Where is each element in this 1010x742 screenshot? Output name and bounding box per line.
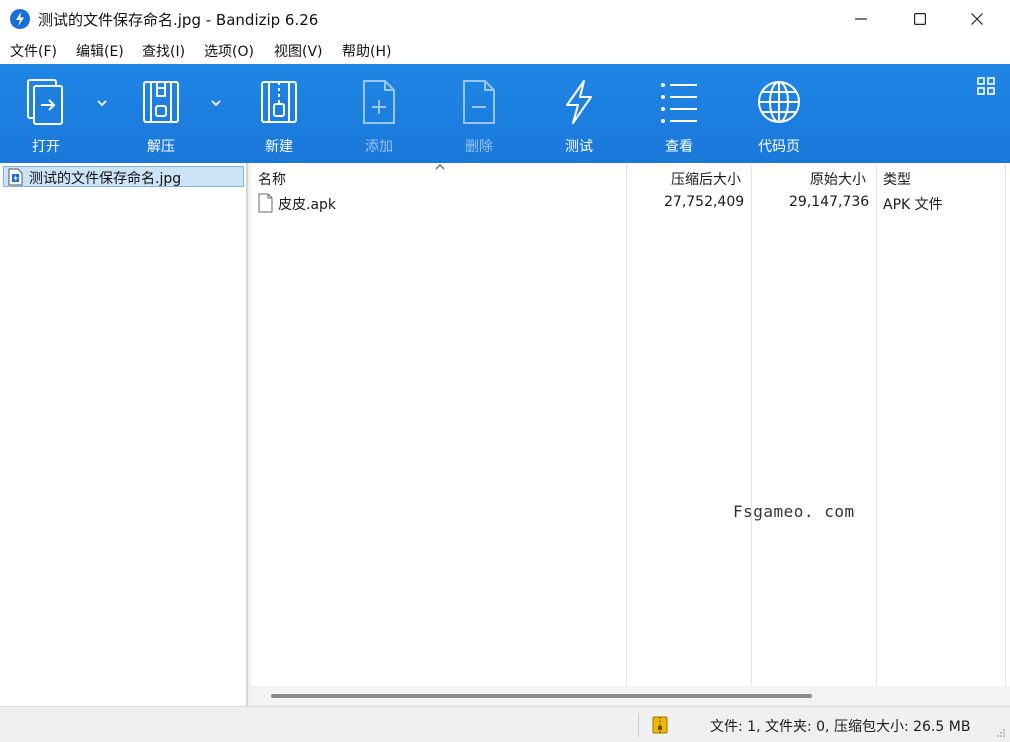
codepage-button[interactable]: 代码页	[734, 64, 824, 163]
test-label: 测试	[565, 139, 593, 155]
maximize-button[interactable]	[895, 0, 945, 38]
new-archive-icon	[234, 78, 324, 130]
open-button[interactable]: 打开	[1, 64, 91, 163]
menu-options[interactable]: 选项(O)	[204, 41, 254, 61]
minimize-button[interactable]	[836, 0, 886, 38]
list-view-icon	[634, 78, 724, 130]
view-label: 查看	[665, 139, 693, 155]
archive-status-icon	[652, 716, 668, 734]
codepage-label: 代码页	[758, 139, 800, 155]
row-name: 皮皮.apk	[278, 197, 337, 213]
menu-find[interactable]: 查找(I)	[142, 41, 185, 61]
archive-file-icon	[8, 168, 23, 186]
menu-file[interactable]: 文件(F)	[10, 41, 57, 61]
menu-edit[interactable]: 编辑(E)	[76, 41, 124, 61]
status-summary: 文件: 1, 文件夹: 0, 压缩包大小: 26.5 MB	[710, 719, 971, 735]
open-label: 打开	[32, 139, 60, 155]
extract-button[interactable]: 解压	[116, 64, 206, 163]
status-divider	[638, 713, 639, 737]
add-button[interactable]: 添加	[334, 64, 424, 163]
horizontal-scrollbar[interactable]	[251, 686, 1010, 706]
file-icon	[258, 193, 273, 213]
delete-button[interactable]: 删除	[434, 64, 524, 163]
window-title: 测试的文件保存命名.jpg - Bandizip 6.26	[38, 11, 319, 29]
column-header-name[interactable]: 名称	[258, 169, 286, 189]
new-button[interactable]: 新建	[234, 64, 324, 163]
scrollbar-thumb[interactable]	[271, 694, 812, 698]
file-list: 名称 压缩后大小 原始大小 类型 皮皮.apk 27,752,409 29,14…	[251, 163, 1010, 706]
extract-dropdown-icon[interactable]	[209, 96, 223, 110]
column-divider[interactable]	[1005, 163, 1006, 686]
title-bar: 测试的文件保存命名.jpg - Bandizip 6.26	[0, 0, 1010, 38]
row-type: APK 文件	[883, 197, 943, 213]
status-bar: 文件: 1, 文件夹: 0, 压缩包大小: 26.5 MB	[0, 706, 1010, 742]
delete-file-icon	[434, 78, 524, 130]
toolbar: 打开 解压 新建 添加 删除 测试 查看 代码页	[0, 64, 1010, 163]
column-divider[interactable]	[626, 163, 627, 686]
view-button[interactable]: 查看	[634, 64, 724, 163]
folder-tree-pane: 测试的文件保存命名.jpg	[0, 163, 247, 706]
globe-icon	[734, 78, 824, 130]
open-icon	[1, 78, 91, 130]
column-header-type[interactable]: 类型	[883, 169, 911, 189]
menu-view[interactable]: 视图(V)	[274, 41, 323, 61]
menu-help[interactable]: 帮助(H)	[342, 41, 391, 61]
resize-grip-icon[interactable]	[996, 728, 1006, 738]
layout-grid-icon[interactable]	[976, 76, 996, 96]
add-label: 添加	[365, 139, 393, 155]
lightning-icon	[534, 78, 624, 130]
test-button[interactable]: 测试	[534, 64, 624, 163]
row-original-size: 29,147,736	[789, 194, 870, 210]
column-header-original[interactable]: 原始大小	[810, 169, 866, 189]
row-compressed-size: 27,752,409	[664, 194, 745, 210]
watermark-text: Fsgameo. com	[733, 502, 855, 521]
add-file-icon	[334, 78, 424, 130]
bandizip-app-icon	[10, 9, 30, 29]
tree-item-archive[interactable]: 测试的文件保存命名.jpg	[3, 166, 244, 187]
sort-ascending-icon	[435, 164, 445, 170]
close-button[interactable]	[952, 0, 1002, 38]
tree-item-label: 测试的文件保存命名.jpg	[29, 171, 182, 187]
extract-label: 解压	[147, 139, 175, 155]
column-header-compressed[interactable]: 压缩后大小	[671, 169, 741, 189]
extract-icon	[116, 78, 206, 130]
open-dropdown-icon[interactable]	[95, 96, 109, 110]
new-label: 新建	[265, 139, 293, 155]
column-divider[interactable]	[751, 163, 752, 686]
menu-bar: 文件(F) 编辑(E) 查找(I) 选项(O) 视图(V) 帮助(H)	[0, 38, 1010, 64]
column-divider[interactable]	[876, 163, 877, 686]
delete-label: 删除	[465, 139, 493, 155]
